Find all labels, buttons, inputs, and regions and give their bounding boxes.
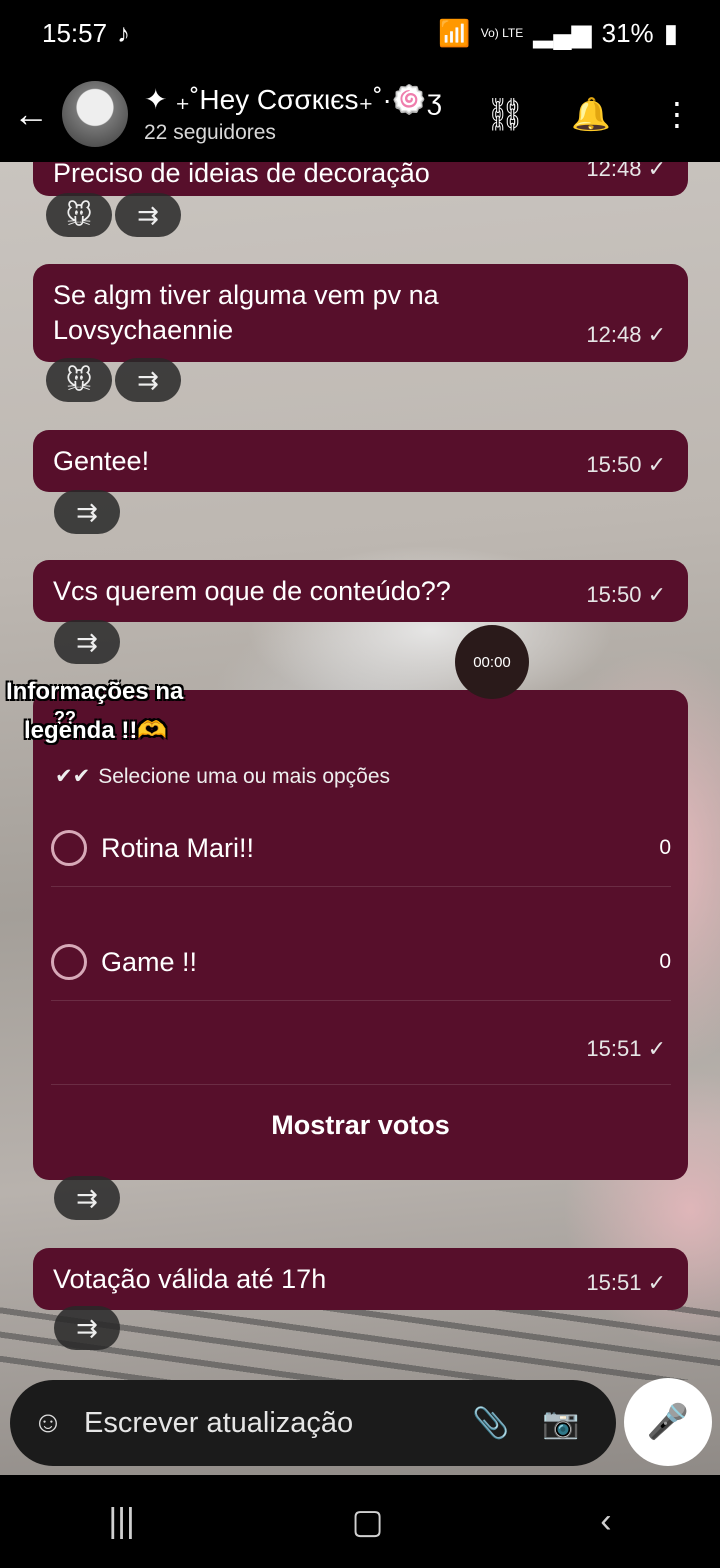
caption-line-2: legenda !!🫶: [24, 717, 168, 744]
poll-option-label: Rotina Mari!!: [101, 832, 255, 863]
channel-name: ✦ ₊˚Hey Cσσкιєѕ₊˚·🍥ʒ: [144, 84, 443, 115]
composer[interactable]: ☺ Escrever atualização 📎 📷: [10, 1380, 616, 1466]
message-time: 15:50: [586, 452, 642, 477]
poll-option-label: Game !!: [101, 946, 198, 977]
divider: [51, 886, 671, 887]
bell-icon[interactable]: 🔔: [548, 95, 634, 133]
signal-icon: ▂▄▆: [533, 17, 592, 48]
clock: 15:57: [42, 17, 108, 48]
reaction-chip[interactable]: 🐭: [46, 193, 112, 237]
channel-avatar[interactable]: [62, 81, 128, 147]
sticker-icon[interactable]: ☺: [30, 1406, 66, 1440]
video-timer: 00:00: [455, 625, 529, 699]
poll-option[interactable]: Rotina Mari!! 0: [51, 818, 671, 878]
link-icon[interactable]: ⛓: [462, 95, 548, 133]
wifi-icon: 📶: [438, 17, 471, 48]
message-text: Vcs querem oque de conteúdo??: [53, 576, 451, 606]
forward-icon[interactable]: ⇉: [54, 620, 120, 664]
message-time: 12:48: [586, 322, 642, 347]
message-text: Gentee!: [53, 446, 150, 476]
battery-icon: ▮: [663, 17, 678, 48]
navigation-bar: ||| ▢ ‹: [0, 1475, 720, 1568]
forward-icon[interactable]: ⇉: [54, 1176, 120, 1220]
nav-back-icon[interactable]: ‹: [600, 1502, 611, 1541]
poll-time: 15:51: [586, 1036, 642, 1061]
message-text: Votação válida até 17h: [53, 1264, 327, 1294]
poll-option-count: 0: [659, 950, 671, 973]
radio-button[interactable]: [51, 944, 87, 980]
divider: [51, 1084, 671, 1085]
poll-hint: Selecione uma ou mais opções: [98, 764, 391, 788]
forward-icon[interactable]: ⇉: [115, 358, 181, 402]
mic-icon[interactable]: 🎤: [624, 1378, 712, 1466]
double-check-icon: ✔✔: [55, 765, 91, 788]
show-votes-button[interactable]: Mostrar votos: [33, 1110, 688, 1141]
update-input[interactable]: Escrever atualização: [84, 1407, 456, 1440]
forward-icon[interactable]: ⇉: [54, 490, 120, 534]
poll-option-count: 0: [659, 836, 671, 859]
home-icon[interactable]: ▢: [352, 1502, 384, 1542]
back-arrow-icon[interactable]: ←: [0, 93, 62, 135]
battery-level: 31%: [601, 17, 654, 48]
follower-count: 22 seguidores: [144, 121, 276, 144]
reaction-chip[interactable]: 🐭: [46, 358, 112, 402]
camera-icon[interactable]: 📷: [526, 1406, 596, 1441]
tiktok-icon: ♪: [117, 17, 131, 48]
more-vertical-icon[interactable]: ⋮: [634, 95, 720, 133]
forward-icon[interactable]: ⇉: [54, 1306, 120, 1350]
network-indicator: Vo) LTE: [480, 26, 524, 40]
poll-card: ✔✔ Selecione uma ou mais opções Rotina M…: [33, 690, 688, 1180]
message-bubble[interactable]: Vcs querem oque de conteúdo?? 15:50 ✓: [33, 560, 688, 622]
forward-icon[interactable]: ⇉: [115, 193, 181, 237]
recent-apps-icon[interactable]: |||: [108, 1502, 135, 1541]
attach-icon[interactable]: 📎: [456, 1406, 526, 1441]
status-bar: 15:57 ♪ 📶 Vo) LTE ▂▄▆ 31% ▮: [0, 0, 720, 66]
message-time: 15:51: [586, 1270, 642, 1295]
message-bubble[interactable]: Se algm tiver alguma vem pv na Lovsychae…: [33, 264, 688, 362]
poll-option[interactable]: Game !! 0: [51, 932, 671, 992]
message-text: Se algm tiver alguma vem pv na Lovsychae…: [53, 280, 439, 345]
caption-line-1: Informações na: [6, 678, 184, 705]
message-bubble[interactable]: Gentee! 15:50 ✓: [33, 430, 688, 492]
message-bubble[interactable]: Votação válida até 17h 15:51 ✓: [33, 1248, 688, 1310]
divider: [51, 1000, 671, 1001]
message-time: 15:50: [586, 582, 642, 607]
radio-button[interactable]: [51, 830, 87, 866]
